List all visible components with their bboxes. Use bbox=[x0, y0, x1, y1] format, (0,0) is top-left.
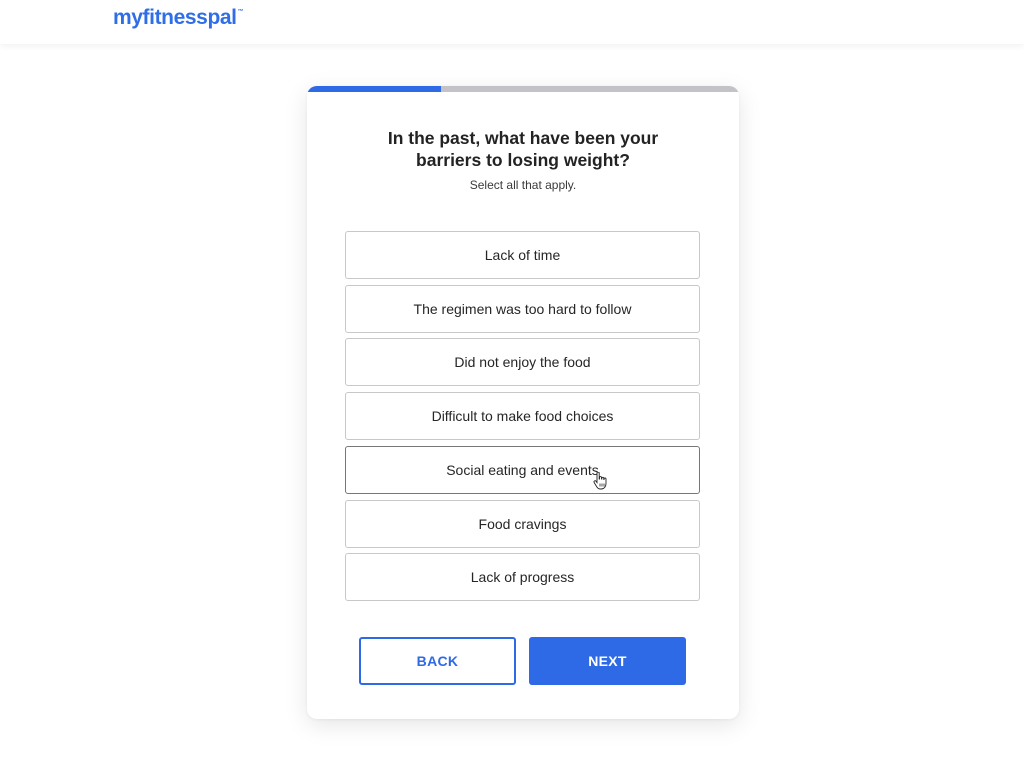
option-difficult-food-choices[interactable]: Difficult to make food choices bbox=[345, 392, 700, 441]
option-did-not-enjoy-food[interactable]: Did not enjoy the food bbox=[345, 338, 700, 387]
option-label: Social eating and events bbox=[446, 461, 599, 478]
option-label: The regimen was too hard to follow bbox=[413, 300, 632, 317]
progress-bar-fill bbox=[307, 86, 441, 92]
progress-bar bbox=[307, 86, 739, 92]
question-title-line-2: barriers to losing weight? bbox=[416, 150, 630, 170]
logo-text: myfitnesspal bbox=[113, 6, 237, 29]
hand-pointer-icon bbox=[593, 472, 607, 490]
option-regimen-too-hard[interactable]: The regimen was too hard to follow bbox=[345, 284, 700, 333]
option-label: Lack of progress bbox=[470, 569, 575, 586]
trademark-mark: ™ bbox=[237, 9, 244, 15]
question-subtitle: Select all that apply. bbox=[469, 178, 577, 192]
option-food-cravings[interactable]: Food cravings bbox=[345, 499, 700, 548]
option-label: Difficult to make food choices bbox=[431, 408, 614, 425]
question-title: In the past, what have been your barrier… bbox=[307, 127, 739, 171]
myfitnesspal-logo[interactable]: myfitnesspal™ bbox=[113, 6, 244, 30]
option-label: Lack of time bbox=[484, 247, 561, 263]
option-lack-of-time[interactable]: Lack of time bbox=[345, 231, 700, 279]
option-label: Did not enjoy the food bbox=[454, 354, 591, 371]
question-card: In the past, what have been your barrier… bbox=[307, 86, 739, 719]
question-title-line-1: In the past, what have been your bbox=[387, 128, 659, 148]
top-header: myfitnesspal™ bbox=[0, 0, 1024, 44]
back-button[interactable]: BACK bbox=[359, 637, 516, 685]
option-label: Food cravings bbox=[478, 515, 567, 532]
next-button[interactable]: NEXT bbox=[529, 637, 686, 685]
option-lack-of-progress[interactable]: Lack of progress bbox=[345, 553, 700, 602]
option-social-eating[interactable]: Social eating and events bbox=[345, 445, 700, 494]
